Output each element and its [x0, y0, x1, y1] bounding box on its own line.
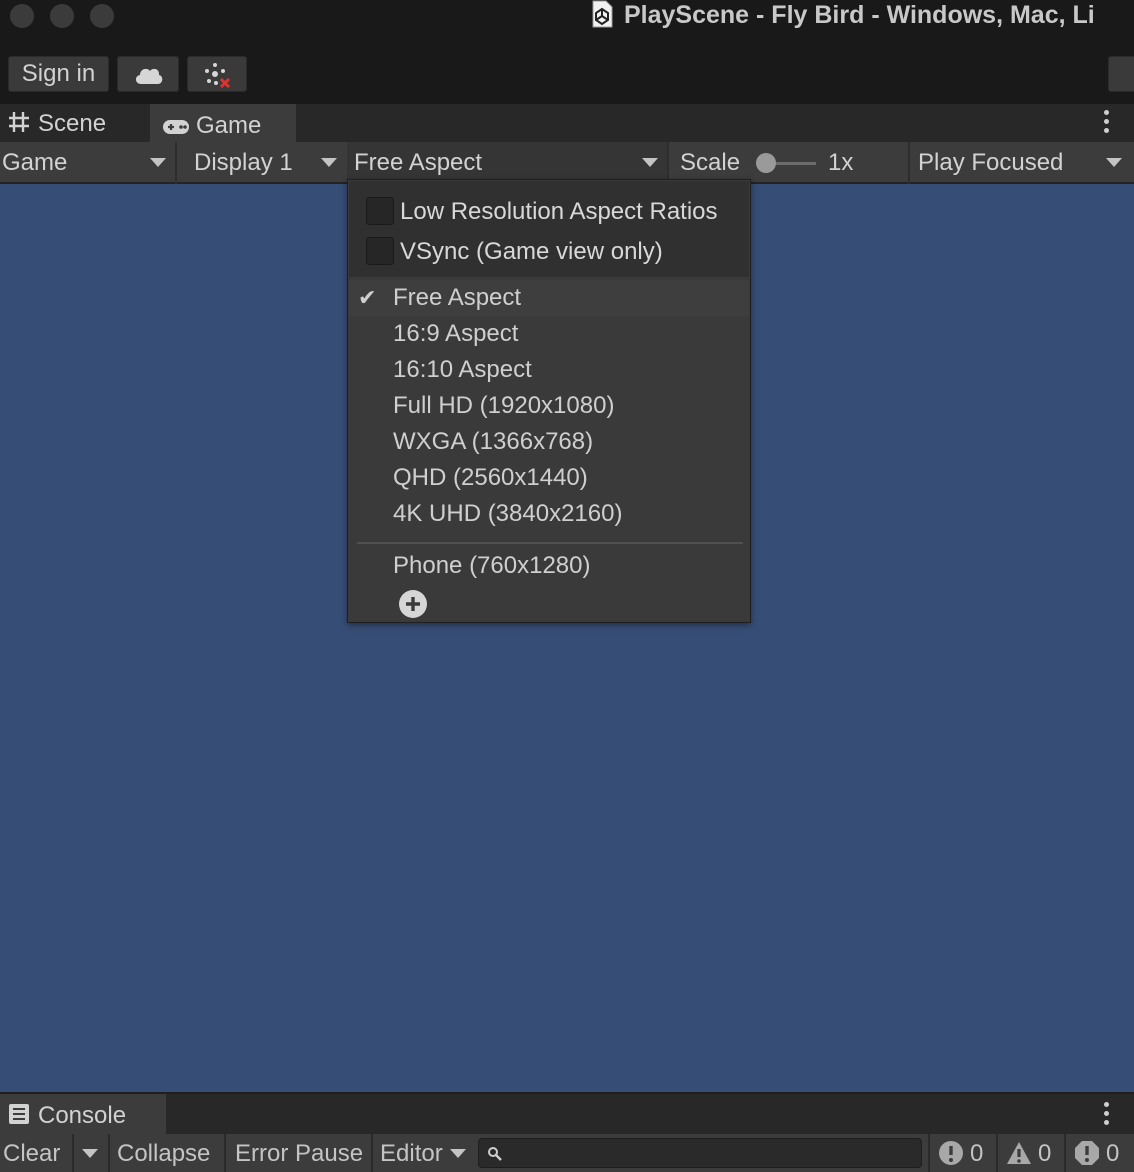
tab-console[interactable]: Console: [0, 1094, 166, 1134]
separator: [175, 142, 177, 184]
checkmark-icon: ✔: [358, 285, 377, 310]
chevron-down-icon: [1106, 158, 1122, 167]
display-select[interactable]: Display 1: [194, 142, 344, 184]
separator: [996, 1134, 998, 1172]
error-icon: [1075, 1141, 1099, 1165]
grid-icon: [9, 112, 29, 132]
collapse-button[interactable]: Collapse: [117, 1134, 210, 1172]
display-select-value: Display 1: [194, 149, 293, 176]
separator: [371, 1134, 373, 1172]
warning-count-toggle[interactable]: 0: [1038, 1134, 1051, 1172]
tab-scene[interactable]: Scene: [0, 104, 150, 142]
sign-in-button[interactable]: Sign in: [8, 56, 109, 92]
view-select-value: Game: [2, 149, 68, 176]
separator: [224, 1134, 226, 1172]
chevron-down-icon: [450, 1149, 466, 1158]
cloud-icon: [135, 68, 163, 84]
aspect-option-full-hd[interactable]: Full HD (1920x1080): [393, 388, 614, 424]
kebab-dot: [1104, 1120, 1109, 1125]
console-options-menu[interactable]: [1096, 1102, 1116, 1128]
aspect-option-4k-uhd[interactable]: 4K UHD (3840x2160): [393, 496, 622, 532]
scale-slider-handle[interactable]: [756, 153, 776, 173]
scale-label: Scale: [680, 149, 741, 176]
kebab-dot: [1104, 128, 1109, 133]
chevron-down-icon: [150, 158, 166, 167]
console-search-input[interactable]: [478, 1138, 922, 1168]
window-title-text: PlayScene - Fly Bird - Windows, Mac, Li: [624, 1, 1095, 29]
console-tab-bar: [0, 1092, 1134, 1134]
aspect-dropdown-menu: Low Resolution Aspect Ratios VSync (Game…: [347, 179, 751, 623]
plus-icon: [406, 597, 420, 611]
tab-options-menu[interactable]: [1096, 110, 1116, 136]
tab-game[interactable]: Game: [150, 104, 296, 142]
kebab-dot: [1104, 1111, 1109, 1116]
tab-scene-label: Scene: [38, 110, 107, 137]
chevron-down-icon: [321, 158, 337, 167]
separator: [908, 142, 910, 184]
warning-icon: [1007, 1142, 1031, 1164]
minimize-window-button[interactable]: [50, 4, 74, 28]
layout-button[interactable]: [1108, 56, 1134, 92]
chevron-down-icon: [82, 1149, 98, 1158]
separator: [1064, 1134, 1066, 1172]
separator: [108, 1134, 110, 1172]
console-icon: [9, 1104, 29, 1124]
aspect-option-qhd[interactable]: QHD (2560x1440): [393, 460, 588, 496]
play-mode-select[interactable]: Play Focused: [918, 142, 1128, 184]
error-pause-button[interactable]: Error Pause: [235, 1134, 363, 1172]
add-aspect-button[interactable]: [399, 590, 427, 618]
editor-target-dropdown[interactable]: Editor: [380, 1134, 472, 1172]
aspect-option-16-10[interactable]: 16:10 Aspect: [393, 352, 532, 388]
aspect-select[interactable]: Free Aspect: [354, 142, 664, 184]
play-mode-select-value: Play Focused: [918, 149, 1064, 176]
tab-console-label: Console: [38, 1102, 127, 1129]
low-resolution-option[interactable]: Low Resolution Aspect Ratios: [366, 192, 718, 232]
collab-button[interactable]: [187, 56, 247, 92]
gamepad-icon: [163, 120, 189, 134]
chevron-down-icon: [642, 158, 658, 167]
kebab-dot: [1104, 110, 1109, 115]
close-window-button[interactable]: [10, 4, 34, 28]
kebab-dot: [1104, 1102, 1109, 1107]
zoom-window-button[interactable]: [90, 4, 114, 28]
vsync-label: VSync (Game view only): [400, 238, 663, 265]
clear-options-dropdown[interactable]: [76, 1134, 106, 1172]
dropdown-divider: [357, 542, 743, 544]
aspect-select-value: Free Aspect: [354, 149, 483, 176]
aspect-option-free[interactable]: Free Aspect: [393, 280, 521, 316]
low-resolution-label: Low Resolution Aspect Ratios: [400, 198, 718, 225]
cloud-button[interactable]: [117, 56, 179, 92]
low-resolution-checkbox[interactable]: [366, 197, 394, 225]
separator: [928, 1134, 930, 1172]
view-select[interactable]: Game: [2, 142, 174, 184]
vsync-checkbox[interactable]: [366, 237, 394, 265]
search-icon: [488, 1147, 502, 1161]
unity-document-icon: [592, 0, 613, 28]
tab-game-label: Game: [196, 112, 262, 139]
aspect-option-wxga[interactable]: WXGA (1366x768): [393, 424, 593, 460]
window-title: PlayScene - Fly Bird - Windows, Mac, Li: [590, 0, 1134, 34]
clear-button[interactable]: Clear: [3, 1134, 60, 1172]
info-count-toggle[interactable]: 0: [970, 1134, 983, 1172]
scale-value: 1x: [828, 149, 854, 176]
separator: [667, 142, 669, 184]
separator: [72, 1134, 74, 1172]
vsync-option[interactable]: VSync (Game view only): [366, 232, 663, 272]
kebab-dot: [1104, 119, 1109, 124]
aspect-option-phone[interactable]: Phone (760x1280): [393, 548, 590, 584]
aspect-option-16-9[interactable]: 16:9 Aspect: [393, 316, 518, 352]
collab-error-icon: [205, 63, 231, 89]
error-count-toggle[interactable]: 0: [1106, 1134, 1119, 1172]
info-icon: [939, 1141, 963, 1165]
editor-target-label: Editor: [380, 1140, 443, 1167]
